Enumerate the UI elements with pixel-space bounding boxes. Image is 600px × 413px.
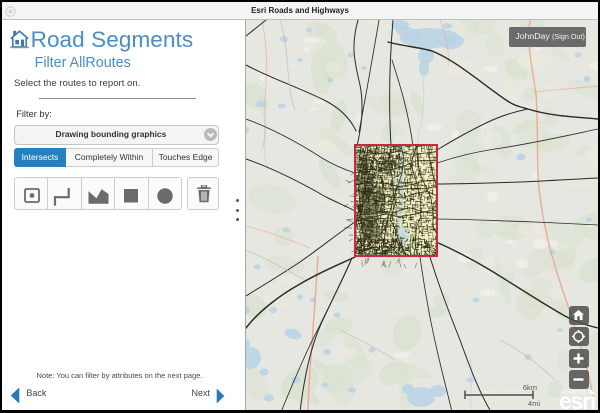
svg-text:esri: esri bbox=[559, 388, 595, 412]
svg-text:6km: 6km bbox=[523, 383, 537, 392]
svg-text:4mi: 4mi bbox=[528, 399, 540, 408]
